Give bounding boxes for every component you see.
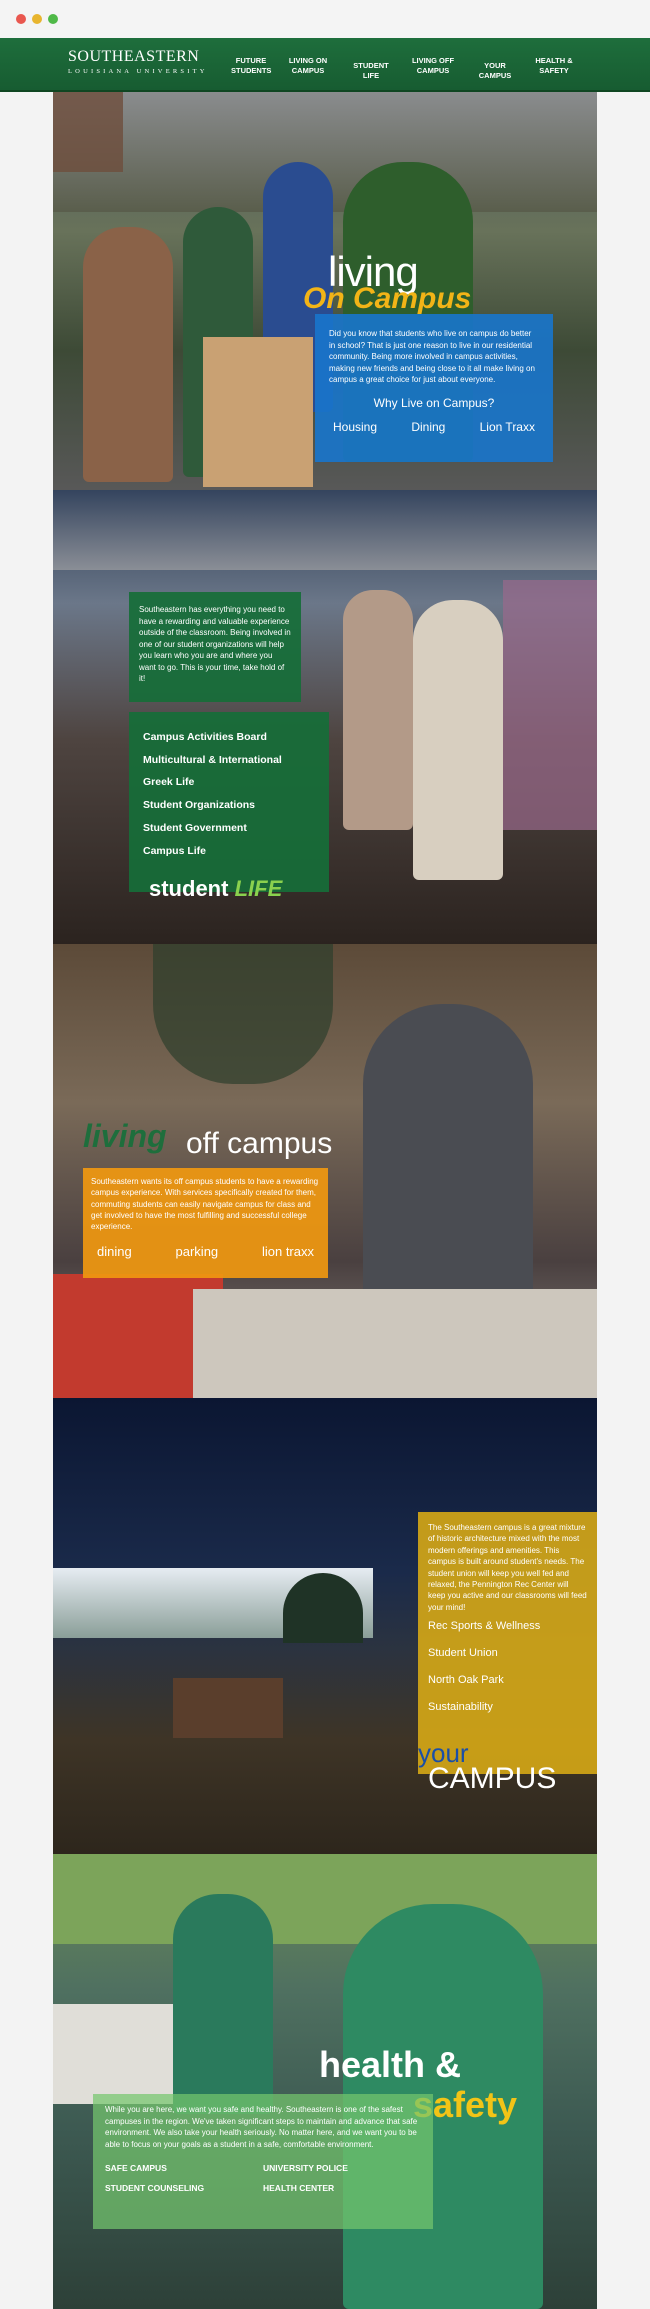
living-off-campus-section: living off campus Southeastern wants its… — [53, 944, 597, 1398]
your-campus-title-campus: CAMPUS — [428, 1762, 557, 1795]
student-life-section: Southeastern has everything you need to … — [53, 490, 597, 944]
why-live-heading: Why Live on Campus? — [373, 395, 495, 410]
student-photo-figure — [83, 227, 173, 482]
nurse-photo-figure — [173, 1894, 273, 2114]
health-safety-section: health & safety While you are here, we w… — [53, 1854, 597, 2309]
health-safety-info-box: While you are here, we want you safe and… — [93, 2094, 433, 2229]
section-title-on-campus: On Campus — [303, 282, 472, 315]
moving-box-photo — [203, 337, 313, 487]
health-safety-links: SAFE CAMPUS UNIVERSITY POLICE STUDENT CO… — [105, 2158, 421, 2198]
on-campus-body-text: Did you know that students who live on c… — [329, 329, 535, 384]
sustainability-link[interactable]: Sustainability — [428, 1694, 587, 1721]
housing-link[interactable]: Housing — [333, 420, 377, 434]
student-life-intro-box: Southeastern has everything you need to … — [129, 592, 301, 702]
logo-main-text: SOUTHEASTERN — [68, 48, 200, 65]
student-life-intro-text: Southeastern has everything you need to … — [139, 605, 291, 683]
off-campus-dining-link[interactable]: dining — [97, 1244, 132, 1259]
student-photo-figure — [343, 590, 413, 830]
health-safety-body-text: While you are here, we want you safe and… — [105, 2105, 418, 2149]
nav-your-campus[interactable]: YOUR CAMPUS — [469, 61, 521, 81]
university-police-link[interactable]: UNIVERSITY POLICE — [263, 2158, 421, 2178]
evening-sky-photo — [53, 490, 597, 570]
on-campus-info-box: Did you know that students who live on c… — [315, 314, 553, 462]
your-campus-info-box: The Southeastern campus is a great mixtu… — [418, 1512, 597, 1774]
nav-health-safety[interactable]: HEALTH & SAFETY — [534, 56, 574, 76]
maximize-window-dot[interactable] — [48, 14, 58, 24]
off-campus-body-text: Southeastern wants its off campus studen… — [91, 1177, 319, 1232]
student-organizations-link[interactable]: Student Organizations — [143, 794, 315, 817]
minimize-window-dot[interactable] — [32, 14, 42, 24]
brick-planter-photo — [173, 1678, 283, 1738]
student-life-title: student LIFE — [149, 876, 282, 902]
student-union-link[interactable]: Student Union — [428, 1640, 587, 1667]
student-life-title-a: student — [149, 876, 229, 901]
your-campus-body-text: The Southeastern campus is a great mixtu… — [428, 1523, 587, 1612]
north-oak-park-link[interactable]: North Oak Park — [428, 1667, 587, 1694]
logo-sub-text: LOUISIANA UNIVERSITY — [68, 68, 208, 75]
browser-chrome — [0, 0, 650, 38]
multicultural-international-link[interactable]: Multicultural & International — [143, 749, 315, 772]
hooded-student-photo — [363, 1004, 533, 1304]
desk-photo — [193, 1289, 597, 1398]
greek-life-link[interactable]: Greek Life — [143, 771, 315, 794]
parking-link[interactable]: parking — [176, 1244, 219, 1259]
campus-life-link[interactable]: Campus Life — [143, 840, 315, 863]
student-counseling-link[interactable]: STUDENT COUNSELING — [105, 2178, 263, 2198]
nav-student-life[interactable]: STUDENT LIFE — [346, 61, 396, 81]
medical-table-photo — [53, 2004, 173, 2104]
health-safety-title-health: health & — [319, 2044, 462, 2085]
student-life-title-b: LIFE — [234, 876, 283, 901]
main-navbar: SOUTHEASTERN LOUISIANA UNIVERSITY FUTURE… — [0, 38, 650, 92]
student-photo-figure — [413, 600, 503, 880]
campus-activities-board-link[interactable]: Campus Activities Board — [143, 726, 315, 749]
rec-sports-link[interactable]: Rec Sports & Wellness — [428, 1613, 587, 1640]
health-center-link[interactable]: HEALTH CENTER — [263, 2178, 421, 2198]
nav-living-on-campus[interactable]: LIVING ON CAMPUS — [286, 56, 330, 76]
student-photo-figure — [153, 944, 333, 1084]
close-window-dot[interactable] — [16, 14, 26, 24]
off-campus-lion-traxx-link[interactable]: lion traxx — [262, 1244, 314, 1259]
off-campus-links: dining parking lion traxx — [91, 1244, 320, 1259]
lion-traxx-link[interactable]: Lion Traxx — [480, 420, 535, 434]
off-campus-title-off-campus: off campus — [186, 1127, 333, 1160]
tree-photo — [283, 1573, 363, 1643]
off-campus-info-box: Southeastern wants its off campus studen… — [83, 1168, 328, 1278]
student-government-link[interactable]: Student Government — [143, 817, 315, 840]
dining-link[interactable]: Dining — [411, 420, 445, 434]
off-campus-title-living: living — [83, 1118, 167, 1154]
nav-future-students[interactable]: FUTURE STUDENTS — [231, 56, 271, 76]
university-logo[interactable]: SOUTHEASTERN LOUISIANA UNIVERSITY — [68, 48, 208, 75]
living-on-campus-section: living On Campus Did you know that stude… — [53, 92, 597, 490]
safe-campus-link[interactable]: SAFE CAMPUS — [105, 2158, 263, 2178]
painted-wall-photo — [503, 580, 597, 830]
brick-building-photo — [53, 92, 123, 172]
your-campus-links: Rec Sports & Wellness Student Union Nort… — [428, 1613, 587, 1721]
nav-living-off-campus[interactable]: LIVING OFF CAMPUS — [410, 56, 456, 76]
your-campus-section: The Southeastern campus is a great mixtu… — [53, 1398, 597, 1854]
on-campus-links: Housing Dining Lion Traxx — [329, 420, 539, 434]
student-life-list-box: Campus Activities Board Multicultural & … — [129, 712, 329, 892]
